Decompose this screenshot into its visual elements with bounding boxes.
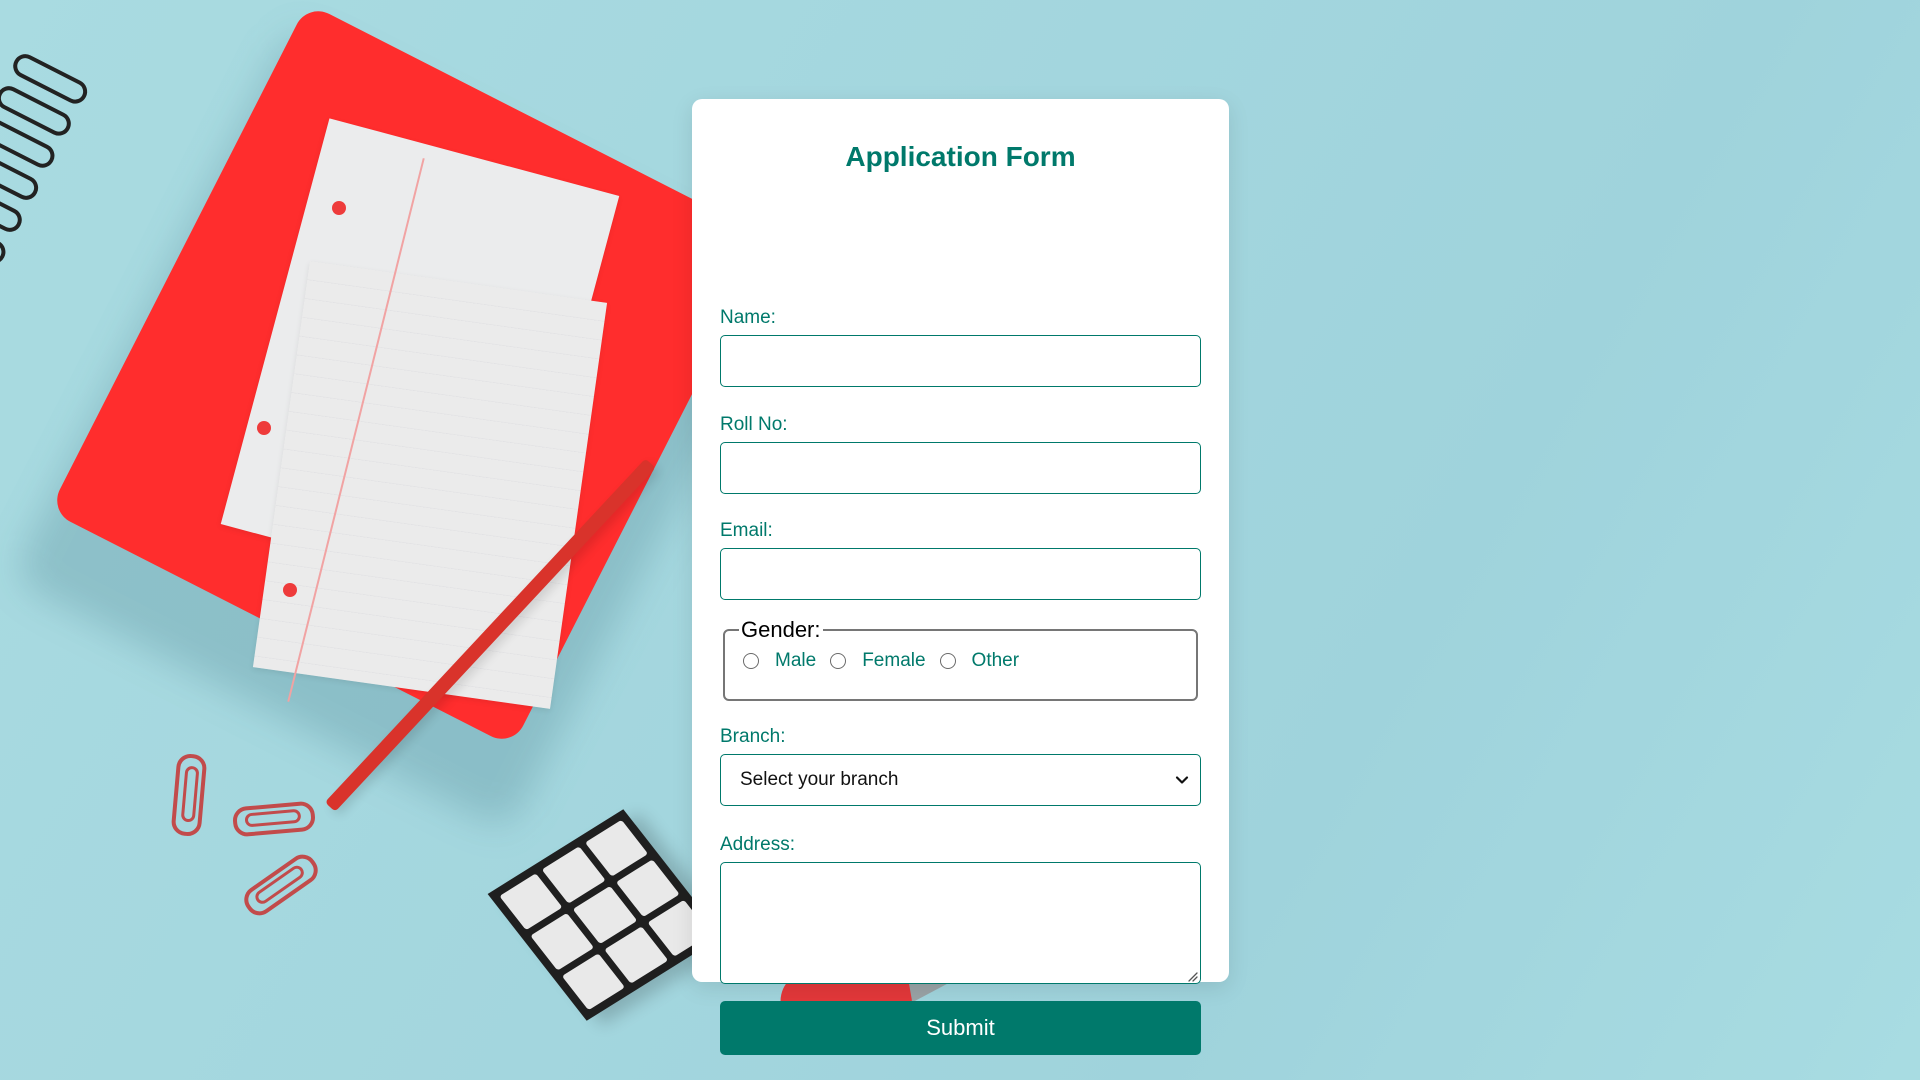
lined-paper-sheet xyxy=(252,261,608,709)
gender-options: Male Female Other xyxy=(743,650,1178,672)
gender-radio-female[interactable] xyxy=(830,653,847,669)
chevron-down-icon xyxy=(1174,772,1190,788)
gender-fieldset: Gender: Male Female Other xyxy=(723,617,1198,701)
puzzle-cube xyxy=(487,809,723,1021)
branch-select[interactable]: Select your branch xyxy=(720,754,1201,806)
resize-grip-icon[interactable] xyxy=(1186,969,1198,982)
gender-legend: Gender: xyxy=(741,617,821,642)
gender-radio-male[interactable] xyxy=(743,653,759,669)
email-label: Email: xyxy=(720,520,773,541)
paperclip xyxy=(238,849,324,921)
email-input[interactable] xyxy=(720,548,1201,600)
branch-selected-value: Select your branch xyxy=(740,769,899,790)
address-label: Address: xyxy=(720,834,795,855)
gender-option-label-male[interactable]: Male xyxy=(775,650,816,672)
paperclip xyxy=(170,752,208,838)
paperclip xyxy=(231,800,317,838)
form-title: Application Form xyxy=(845,141,1076,172)
name-label: Name: xyxy=(720,307,776,328)
name-input[interactable] xyxy=(720,335,1201,387)
branch-label: Branch: xyxy=(720,726,786,747)
gender-option-label-female[interactable]: Female xyxy=(862,650,925,672)
gender-radio-other[interactable] xyxy=(939,653,956,669)
application-form-card: Application Form Name: Roll No: Email: G… xyxy=(692,99,1229,1055)
gender-option-label-other[interactable]: Other xyxy=(972,650,1020,672)
paper-hole xyxy=(332,201,346,215)
address-textarea[interactable] xyxy=(720,862,1201,984)
paper-hole xyxy=(283,583,297,597)
roll-no-input[interactable] xyxy=(720,442,1201,494)
submit-button[interactable]: Submit xyxy=(720,1001,1201,1055)
paper-hole xyxy=(257,421,271,435)
roll-no-label: Roll No: xyxy=(720,414,788,435)
